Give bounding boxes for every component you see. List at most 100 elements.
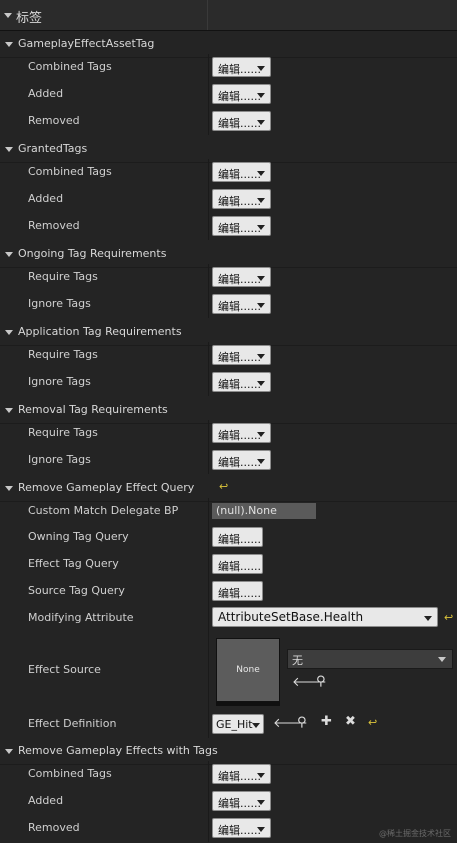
watermark: @稀土掘金技术社区 [379,829,451,838]
column-divider[interactable] [207,0,208,30]
property-label: Owning Tag Query [28,530,129,543]
asset-thumbnail[interactable]: None [216,638,280,702]
property-row-added: Added 编辑...... [0,788,457,815]
property-row-custom-match-delegate: Custom Match Delegate BP (null).None [0,498,457,525]
category-label: Remove Gameplay Effects with Tags [18,744,218,757]
edit-tags-dropdown[interactable]: 编辑...... [212,162,271,182]
dropdown-caret-icon [257,381,265,386]
category-label: Removal Tag Requirements [18,403,168,416]
collapse-arrow-icon[interactable] [4,13,12,18]
edit-tags-dropdown[interactable]: 编辑...... [212,111,271,131]
expand-arrow-icon[interactable] [5,408,13,413]
edit-tags-dropdown[interactable]: 编辑...... [212,764,271,784]
edit-tags-dropdown[interactable]: 编辑...... [212,791,271,811]
dropdown-caret-icon [438,657,446,662]
dropdown-caret-icon [257,354,265,359]
edit-query-button[interactable]: 编辑...... [212,554,263,574]
category-label: Remove Gameplay Effect Query [18,481,195,494]
expand-arrow-icon[interactable] [5,330,13,335]
category-title: 标签 [16,11,43,26]
dropdown-caret-icon [257,225,265,230]
property-row-removed: Removed 编辑...... [0,108,457,135]
property-label: Combined Tags [28,60,112,73]
effect-definition-dropdown[interactable]: GE_Hit [212,714,264,734]
search-icon[interactable]: ⚲ [316,674,326,689]
reset-to-default-icon[interactable]: ↩ [444,611,453,624]
edit-tags-dropdown[interactable]: 编辑...... [212,84,271,104]
category-label: Application Tag Requirements [18,325,182,338]
edit-query-button[interactable]: 编辑...... [212,527,263,547]
category-label: GameplayEffectAssetTag [18,37,155,50]
property-list: GameplayEffectAssetTag Combined Tags 编辑.… [0,31,457,843]
edit-tags-dropdown[interactable]: 编辑...... [212,216,271,236]
expand-arrow-icon[interactable] [5,147,13,152]
property-label: Ignore Tags [28,297,91,310]
property-label: Effect Tag Query [28,557,119,570]
dropdown-caret-icon [257,93,265,98]
property-label: Added [28,794,64,807]
modifying-attribute-dropdown[interactable]: AttributeSetBase.Health [212,607,438,627]
details-category-header[interactable]: 标签 [0,0,457,31]
reset-to-default-icon[interactable]: ↩ [219,480,228,493]
property-row-effect-source: Effect Source None 无 🡐 ⚲ [0,632,457,711]
property-row-require-tags: Require Tags 编辑...... [0,264,457,291]
edit-tags-dropdown[interactable]: 编辑...... [212,818,271,838]
property-label: Combined Tags [28,165,112,178]
expand-arrow-icon[interactable] [5,252,13,257]
edit-tags-dropdown[interactable]: 编辑...... [212,189,271,209]
dropdown-caret-icon [257,303,265,308]
dropdown-caret-icon [257,432,265,437]
edit-tags-dropdown[interactable]: 编辑...... [212,57,271,77]
edit-tags-dropdown[interactable]: 编辑...... [212,294,271,314]
property-label: Removed [28,821,80,834]
property-row-ignore-tags: Ignore Tags 编辑...... [0,447,457,474]
dropdown-caret-icon [252,723,260,728]
property-label: Combined Tags [28,767,112,780]
dropdown-caret-icon [257,800,265,805]
category-label: Ongoing Tag Requirements [18,247,167,260]
property-label: Modifying Attribute [28,611,134,624]
expand-arrow-icon[interactable] [5,749,13,754]
effect-source-combo[interactable]: 无 [287,649,453,669]
property-row-owning-tag-query: Owning Tag Query 编辑...... [0,524,457,551]
property-label: Require Tags [28,348,98,361]
expand-arrow-icon[interactable] [5,42,13,47]
property-label: Removed [28,114,80,127]
property-row-removed: Removed 编辑...... [0,213,457,240]
edit-tags-dropdown[interactable]: 编辑...... [212,450,271,470]
search-icon[interactable]: ⚲ [297,715,307,730]
dropdown-caret-icon [257,773,265,778]
edit-query-button[interactable]: 编辑...... [212,581,263,601]
property-row-ignore-tags: Ignore Tags 编辑...... [0,291,457,318]
edit-tags-dropdown[interactable]: 编辑...... [212,267,271,287]
dropdown-caret-icon [257,66,265,71]
property-label: Added [28,87,64,100]
dropdown-caret-icon [257,827,265,832]
category-label: GrantedTags [18,142,88,155]
expand-arrow-icon[interactable] [5,486,13,491]
dropdown-caret-icon [257,198,265,203]
dropdown-caret-icon [257,459,265,464]
dropdown-caret-icon [257,120,265,125]
property-row-require-tags: Require Tags 编辑...... [0,420,457,447]
property-row-added: Added 编辑...... [0,186,457,213]
property-row-added: Added 编辑...... [0,81,457,108]
property-label: Source Tag Query [28,584,125,597]
property-label: Ignore Tags [28,375,91,388]
reset-to-default-icon[interactable]: ↩ [368,716,377,729]
property-label: Require Tags [28,270,98,283]
dropdown-caret-icon [257,171,265,176]
property-row-combined-tags: Combined Tags 编辑...... [0,761,457,788]
edit-tags-dropdown[interactable]: 编辑...... [212,423,271,443]
property-label: Effect Source [28,663,101,676]
add-icon[interactable]: ✚ [321,714,332,729]
edit-tags-dropdown[interactable]: 编辑...... [212,345,271,365]
property-row-effect-definition: Effect Definition GE_Hit 🡐 ⚲ ✚ ✖ ↩ [0,711,457,738]
edit-tags-dropdown[interactable]: 编辑...... [212,372,271,392]
property-row-combined-tags: Combined Tags 编辑...... [0,159,457,186]
clear-icon[interactable]: ✖ [345,714,356,729]
property-row-modifying-attribute: Modifying Attribute AttributeSetBase.Hea… [0,605,457,632]
property-label: Custom Match Delegate BP [28,504,179,517]
property-label: Require Tags [28,426,98,439]
custom-match-delegate-field[interactable]: (null).None [212,503,316,519]
